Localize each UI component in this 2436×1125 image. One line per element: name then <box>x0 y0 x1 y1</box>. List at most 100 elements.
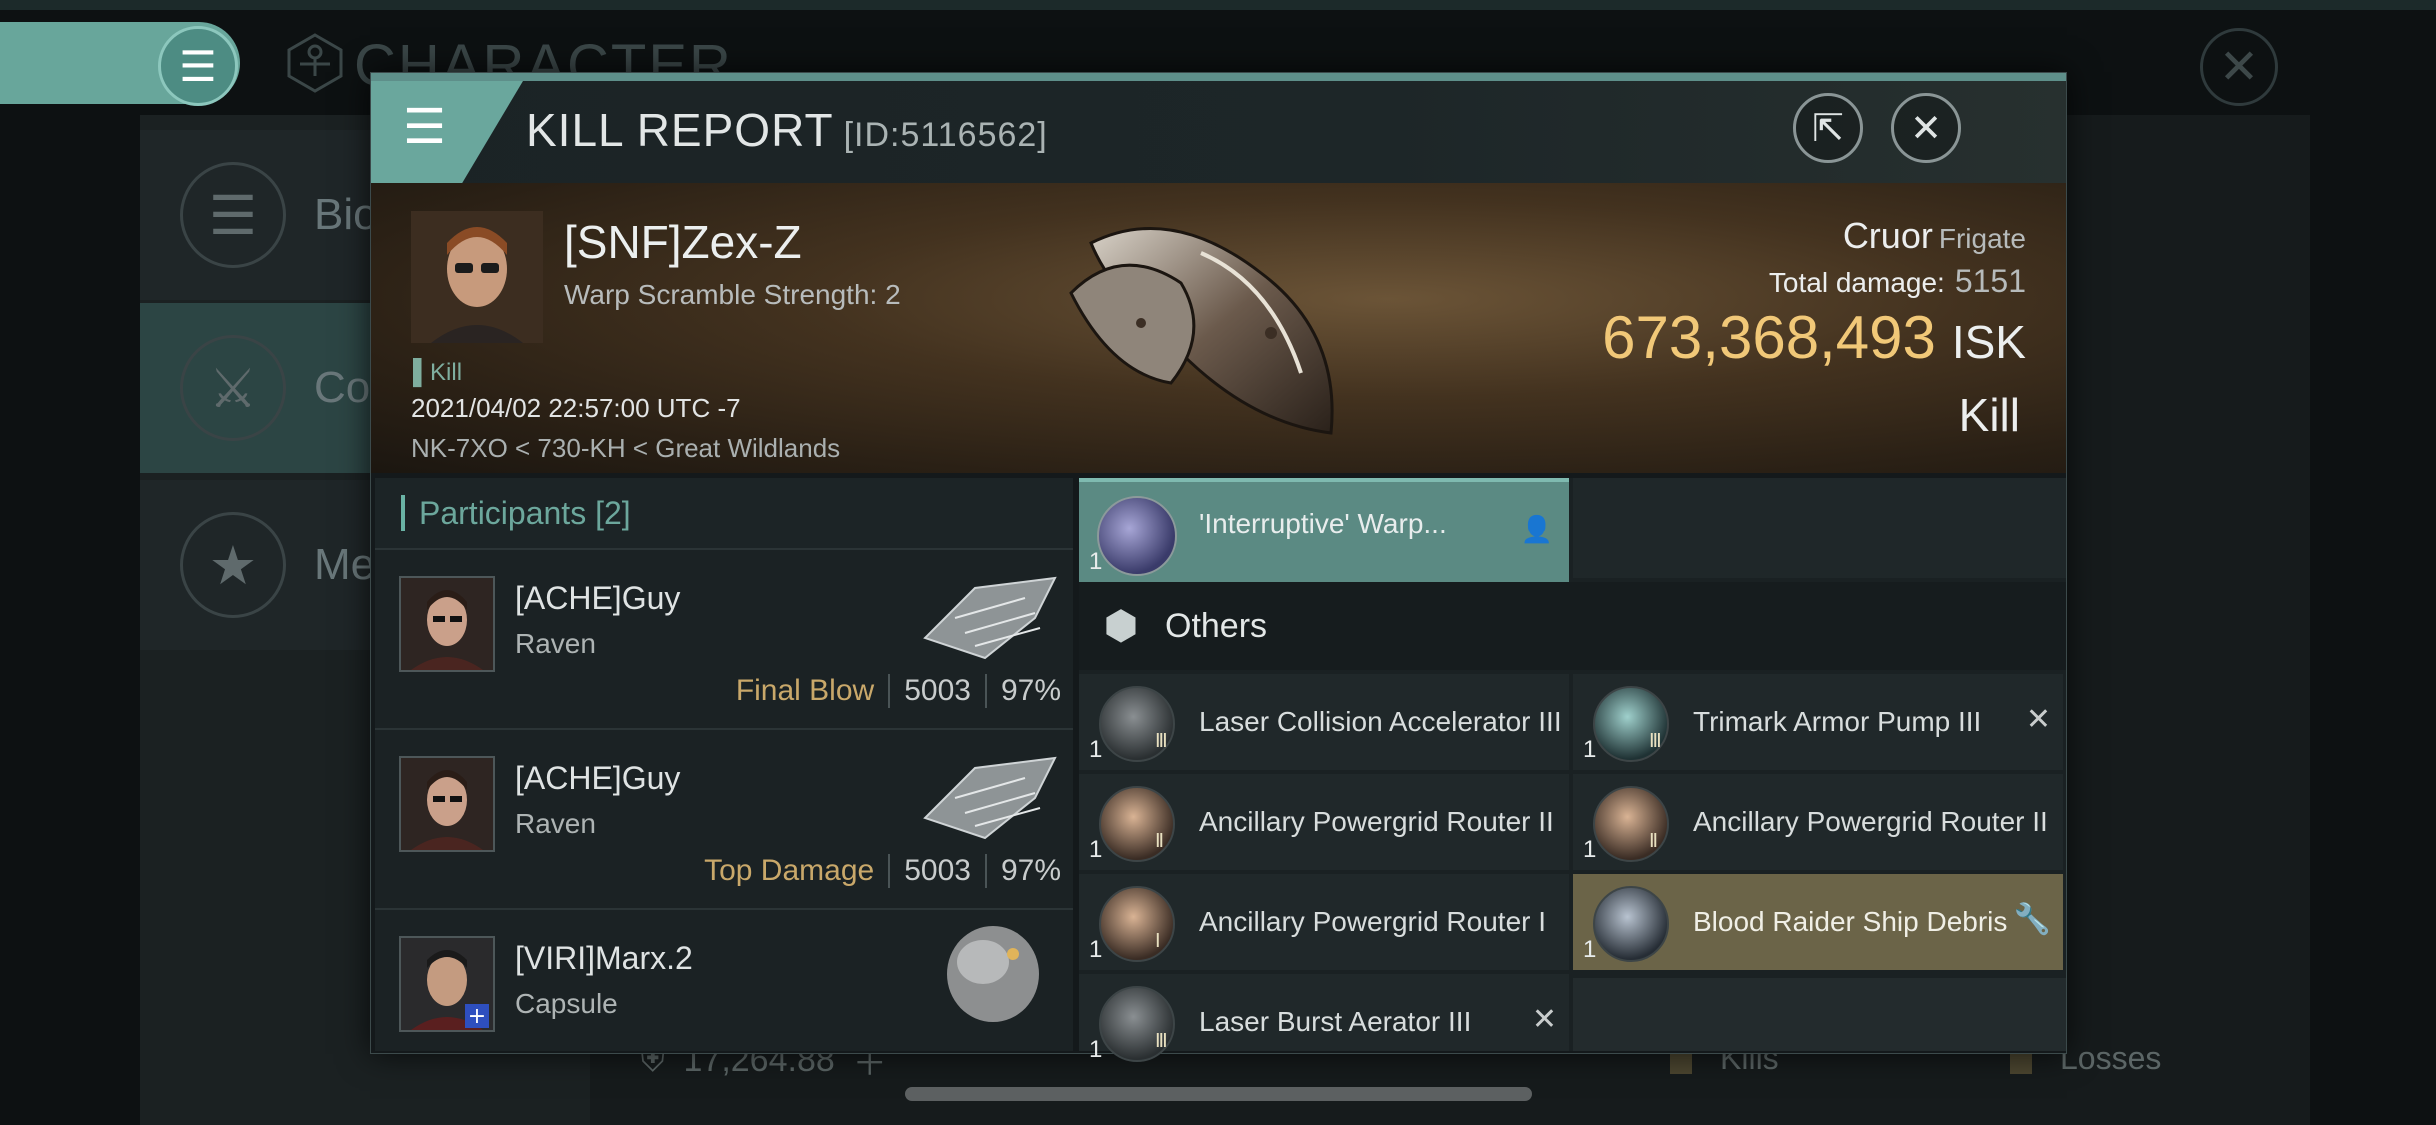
participant-avatar[interactable] <box>399 756 495 852</box>
ship-name: Cruor <box>1842 215 1933 256</box>
items-panel[interactable]: 1 'Interruptive' Warp... 👤 ⬢ Others III … <box>1079 478 2066 1063</box>
item-row[interactable]: II 1 Ancillary Powergrid Router II <box>1079 774 1569 870</box>
victim-portrait[interactable] <box>411 211 543 343</box>
close-icon[interactable]: ✕ <box>2200 28 2278 106</box>
participant-ship: Raven <box>515 628 596 659</box>
top-status-bar <box>0 0 2436 10</box>
kill-tag: ▌Kill <box>413 359 463 386</box>
divider <box>984 854 987 888</box>
main-menu-pill[interactable]: ☰ <box>0 22 240 106</box>
participant-stats: Final Blow 5003 97% <box>736 674 1061 708</box>
item-quantity: 1 <box>1583 736 1597 763</box>
share-button[interactable]: ⇱ <box>1793 93 1863 163</box>
participant-name: [VIRI]Marx.2 <box>515 940 693 976</box>
powergrid-icon <box>1099 786 1175 862</box>
participant-avatar[interactable]: + <box>399 936 495 1032</box>
modal-accent-line <box>371 73 2066 81</box>
menu-lines-icon: ☰ <box>180 162 286 268</box>
item-row[interactable]: III 1 Laser Collision Accelerator III <box>1079 674 1569 770</box>
item-name: Ancillary Powergrid Router II <box>1199 806 1554 837</box>
tech-level: II <box>1649 830 1658 852</box>
participant-row[interactable]: + [VIRI]Marx.2 Capsule <box>375 908 1073 1051</box>
item-quantity: 1 <box>1583 936 1597 963</box>
victim-name[interactable]: [SNF]Zex-Z <box>564 215 802 269</box>
portrait-image <box>411 211 543 343</box>
sidebar-item-label: Bio <box>314 190 378 239</box>
item-quantity: 1 <box>1583 836 1597 863</box>
avatar-image <box>401 758 493 850</box>
participant-percent: 97% <box>1000 854 1061 887</box>
powergrid-icon <box>1593 786 1669 862</box>
divider <box>888 854 891 888</box>
item-name: 'Interruptive' Warp... <box>1199 508 1447 539</box>
participant-row[interactable]: [ACHE]Guy Raven Top Damage 5003 97% <box>375 728 1073 908</box>
empty-slot <box>1573 978 2066 1051</box>
avatar-image: + <box>401 938 493 1030</box>
kill-datetime: 2021/04/02 22:57:00 UTC -7 <box>411 393 741 423</box>
item-name: Blood Raider Ship Debris <box>1693 906 2008 937</box>
hamburger-menu-icon[interactable]: ☰ <box>403 99 446 155</box>
participant-avatar[interactable] <box>399 576 495 672</box>
cargo-box-icon: ⬢ <box>1103 604 1139 648</box>
item-quantity: 1 <box>1089 836 1103 863</box>
victim-ship-image[interactable] <box>1051 183 1371 463</box>
raven-ship-image <box>923 756 1057 840</box>
home-indicator[interactable] <box>905 1087 1532 1101</box>
losses-label: Losses <box>2060 1040 2162 1076</box>
participant-ship: Raven <box>515 808 596 839</box>
item-row[interactable]: III 1 Trimark Armor Pump III ✕ <box>1573 674 2063 770</box>
powergrid-icon <box>1099 886 1175 962</box>
item-name: Ancillary Powergrid Router II <box>1693 806 2048 837</box>
others-section-header: ⬢ Others <box>1079 582 2066 670</box>
kill-report-modal: ☰ KILL REPORT [ID:5116562] ⇱ ✕ [SNF]Zex-Z… <box>370 72 2067 1063</box>
divider <box>984 674 987 708</box>
close-button[interactable]: ✕ <box>1891 93 1961 163</box>
item-quantity: 1 <box>1089 1036 1103 1063</box>
participant-name: [ACHE]Guy <box>515 760 681 796</box>
ship-class: Frigate <box>1938 223 2026 254</box>
item-quantity: 1 <box>1089 548 1103 575</box>
participant-percent: 97% <box>1000 674 1061 707</box>
svg-text:+: + <box>468 1004 486 1029</box>
fitted-item-row[interactable]: 1 'Interruptive' Warp... 👤 <box>1079 478 1569 582</box>
victim-ship[interactable]: Cruor Frigate <box>1843 215 2026 257</box>
item-row[interactable]: I 1 Ancillary Powergrid Router I <box>1079 874 1569 970</box>
tech-level: III <box>1155 1030 1168 1052</box>
item-name: Trimark Armor Pump III <box>1693 706 1982 737</box>
pilot-icon: 👤 <box>1520 514 1553 544</box>
item-name: Laser Collision Accelerator III <box>1199 706 1562 737</box>
debris-icon <box>1593 886 1669 962</box>
total-damage-label: Total damage: <box>1768 267 1945 298</box>
empty-slot <box>1573 478 2066 578</box>
tech-level: I <box>1155 930 1160 952</box>
total-damage: Total damage: 5151 <box>1769 263 2026 300</box>
divider <box>888 674 891 708</box>
participants-panel[interactable]: Participants [2] [ACHE]Guy Raven Final B… <box>375 478 1073 1051</box>
warp-disruptor-icon <box>1097 496 1177 576</box>
participant-damage: 5003 <box>904 854 971 887</box>
kill-location[interactable]: NK-7XO < 730-KH < Great Wildlands <box>411 433 840 464</box>
capsule-image <box>947 926 1039 1022</box>
external-link-icon: ⇱ <box>1812 107 1844 150</box>
raven-ship-image <box>923 576 1057 660</box>
participant-stats: Top Damage 5003 97% <box>704 854 1061 888</box>
item-row-dropped[interactable]: 1 Blood Raider Ship Debris 🔧 <box>1573 874 2063 970</box>
destroyed-icon: ✕ <box>1531 1003 1557 1036</box>
item-name: Ancillary Powergrid Router I <box>1199 906 1547 937</box>
participant-name: [ACHE]Guy <box>515 580 681 616</box>
participant-row[interactable]: [ACHE]Guy Raven Final Blow 5003 97% <box>375 548 1073 728</box>
crossed-swords-icon: ⚔ <box>180 335 286 441</box>
destroyed-icon: ✕ <box>2025 703 2051 736</box>
victim-subtitle: Warp Scramble Strength: 2 <box>564 279 901 310</box>
kill-tag-label: Kill <box>430 359 463 386</box>
header-accent <box>401 495 405 531</box>
participants-title: Participants [2] <box>419 495 631 532</box>
total-damage-value: 5151 <box>1954 263 2026 299</box>
item-row[interactable]: II 1 Ancillary Powergrid Router II <box>1573 774 2063 870</box>
isk-unit: ISK <box>1951 316 2026 368</box>
hamburger-menu-icon[interactable]: ☰ <box>158 26 238 106</box>
isk-value: 673,368,493 ISK <box>1602 303 2026 372</box>
tech-level: III <box>1155 730 1168 752</box>
item-row[interactable]: III 1 Laser Burst Aerator III ✕ <box>1079 974 1569 1063</box>
top-damage-tag: Top Damage <box>704 854 875 887</box>
